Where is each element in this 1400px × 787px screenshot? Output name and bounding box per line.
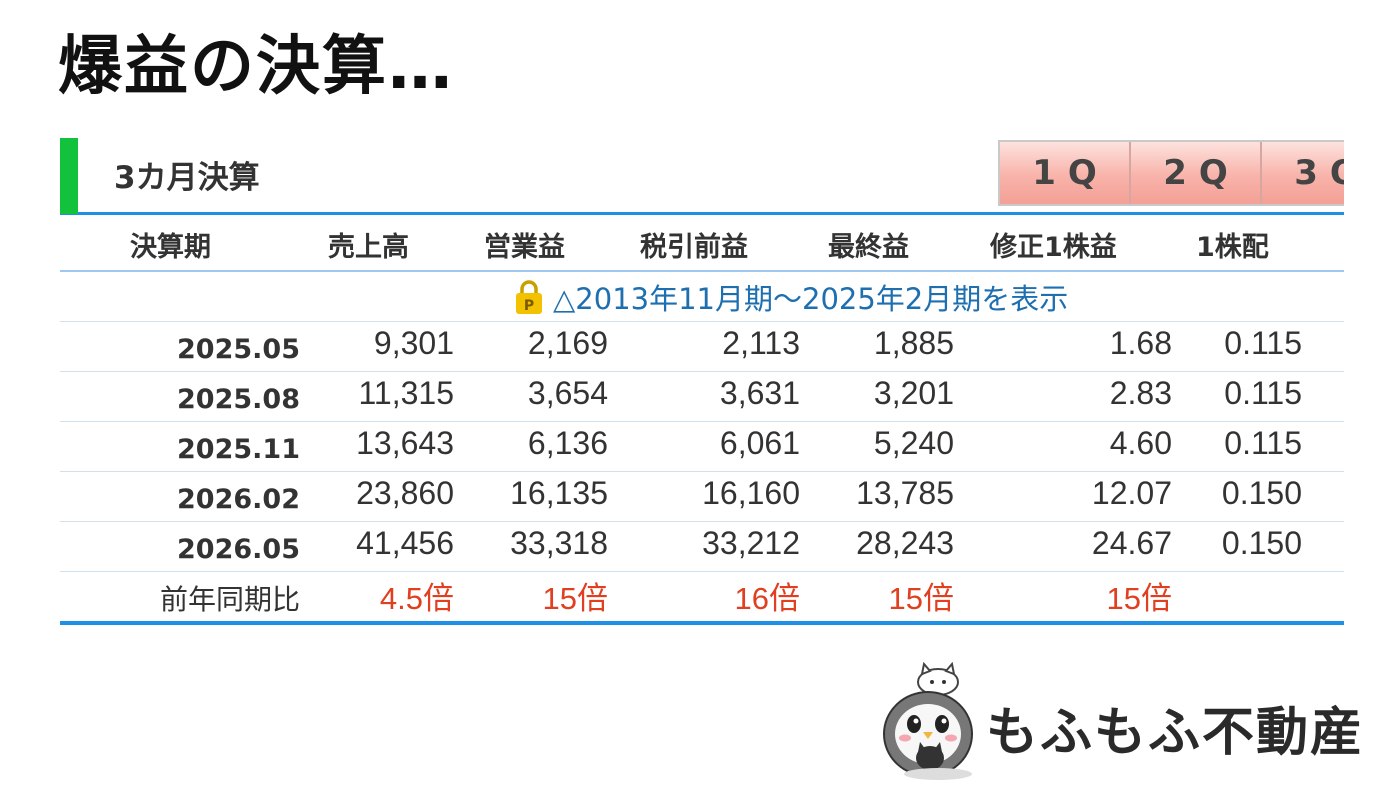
net-profit-cell: 28,243: [856, 525, 954, 561]
history-notice-row: P △2013年11月期～2025年2月期を表示: [60, 272, 1344, 321]
eps-cell: 24.67: [1091, 525, 1172, 561]
header-sales: 売上高: [328, 232, 409, 263]
table-row: 2025.11 13,643 6,136 6,061 5,240 4.60 0.115: [60, 422, 1344, 471]
pretax-profit-cell: 33,212: [702, 525, 800, 561]
sales-cell: 11,315: [358, 375, 455, 411]
show-history-link[interactable]: P △2013年11月期～2025年2月期を表示: [515, 276, 1068, 318]
yoy-label: 前年同期比: [159, 583, 300, 616]
period-cell: 2025.05: [177, 334, 300, 365]
operating-profit-cell: 6,136: [527, 425, 608, 461]
panel-title: 3カ月決算: [114, 160, 260, 196]
net-profit-cell: 13,785: [856, 475, 954, 511]
operating-profit-cell: 33,318: [510, 525, 608, 561]
sales-cell: 9,301: [373, 325, 454, 361]
yoy-sales: 4.5倍: [379, 581, 454, 616]
yoy-net-profit: 15倍: [888, 581, 954, 616]
period-cell: 2025.11: [177, 434, 300, 465]
dividend-cell: 0.115: [1224, 375, 1302, 411]
tab-1q[interactable]: 1Q: [1000, 142, 1131, 204]
operating-profit-cell: 16,135: [510, 475, 608, 511]
sales-cell: 13,643: [356, 425, 454, 461]
penguin-mascot-icon: [883, 662, 973, 780]
period-cell: 2026.05: [177, 534, 300, 565]
eps-cell: 2.83: [1109, 375, 1172, 411]
period-cell: 2025.08: [177, 384, 300, 415]
earnings-panel: 3カ月決算 1Q 2Q 3Q 決算期 売上高 営業益 税引前益 最終益 修正1株…: [60, 138, 1344, 625]
sales-cell: 41,456: [356, 525, 454, 561]
yoy-eps: 15倍: [1106, 581, 1172, 616]
panel-header: 3カ月決算 1Q 2Q 3Q: [60, 138, 1344, 214]
divider: [60, 621, 1344, 625]
yoy-ratio-row: 前年同期比 4.5倍 15倍 16倍 15倍 15倍: [60, 572, 1344, 621]
operating-profit-cell: 3,654: [527, 375, 608, 411]
header-net-profit: 最終益: [828, 232, 909, 263]
tab-3q[interactable]: 3Q: [1262, 142, 1344, 204]
dividend-cell: 0.150: [1221, 475, 1302, 511]
eps-cell: 1.68: [1109, 325, 1172, 361]
operating-profit-cell: 2,169: [527, 325, 608, 361]
header-dividend: 1株配: [1196, 232, 1269, 263]
sales-cell: 23,860: [356, 475, 454, 511]
pretax-profit-cell: 16,160: [702, 475, 800, 511]
table-header-row: 決算期 売上高 営業益 税引前益 最終益 修正1株益 1株配: [60, 215, 1344, 270]
dividend-cell: 0.150: [1221, 525, 1302, 561]
header-pretax-profit: 税引前益: [640, 232, 748, 263]
lock-icon: P: [515, 279, 543, 315]
header-eps: 修正1株益: [990, 232, 1117, 263]
net-profit-cell: 1,885: [873, 325, 954, 361]
pretax-profit-cell: 2,113: [722, 325, 800, 361]
dividend-cell: 0.115: [1224, 325, 1302, 361]
net-profit-cell: 3,201: [873, 375, 954, 411]
table-body: 2025.05 9,301 2,169 2,113 1,885 1.68 0.115 2025…: [60, 321, 1344, 571]
yoy-pretax-profit: 16倍: [734, 581, 800, 616]
table-row: 2026.05 41,456 33,318 33,212 28,243 24.67 0.15…: [60, 522, 1344, 571]
yoy-operating-profit: 15倍: [542, 581, 608, 616]
table-row: 2025.05 9,301 2,169 2,113 1,885 1.68 0.115: [60, 322, 1344, 371]
table-row: 2026.02 23,860 16,135 16,160 13,785 12.07 0.15…: [60, 472, 1344, 521]
history-notice-text: △2013年11月期～2025年2月期を表示: [553, 282, 1069, 316]
eps-cell: 4.60: [1109, 425, 1172, 461]
tab-2q[interactable]: 2Q: [1131, 142, 1262, 204]
net-profit-cell: 5,240: [873, 425, 954, 461]
quarter-tabs: 1Q 2Q 3Q: [998, 140, 1344, 206]
pretax-profit-cell: 3,631: [719, 375, 800, 411]
accent-bar: [60, 138, 78, 214]
brand-logo: もふもふ不動産: [878, 662, 1378, 780]
table-row: 2025.08 11,315 3,654 3,631 3,201 2.83 0.115: [60, 372, 1344, 421]
period-cell: 2026.02: [177, 484, 300, 515]
dividend-cell: 0.115: [1224, 425, 1302, 461]
page-headline: 爆益の決算…: [58, 30, 454, 104]
brand-name: もふもふ不動産: [986, 703, 1365, 763]
eps-cell: 12.07: [1091, 475, 1172, 511]
svg-text:P: P: [524, 298, 534, 314]
pretax-profit-cell: 6,061: [719, 425, 800, 461]
header-operating-profit: 営業益: [484, 232, 565, 263]
header-period: 決算期: [130, 232, 211, 263]
